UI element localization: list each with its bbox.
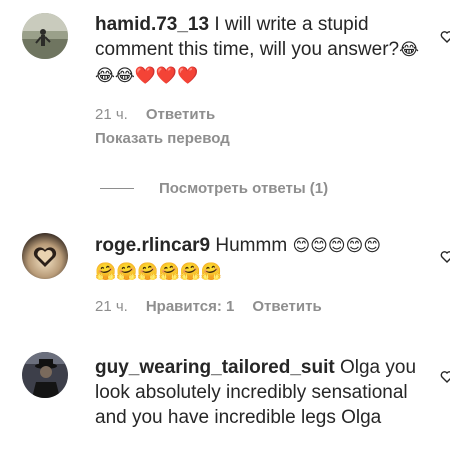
- likes-count[interactable]: Нравится: 1: [146, 298, 235, 315]
- comment-meta: 21 ч. Нравится: 1 Ответить: [95, 298, 322, 315]
- comment-meta: 21 ч. Ответить: [95, 106, 215, 123]
- comment-text: hamid.73_13 I will write a stupid commen…: [95, 12, 425, 89]
- username[interactable]: hamid.73_13: [95, 14, 209, 35]
- avatar-image: [22, 233, 68, 279]
- comment-text: roge.rlincar9 Hummm 😊😊😊😊😊 🤗🤗🤗🤗🤗🤗: [95, 233, 425, 285]
- username[interactable]: roge.rlincar9: [95, 235, 210, 256]
- avatar[interactable]: [22, 352, 68, 398]
- like-heart-icon[interactable]: [440, 250, 450, 264]
- timestamp: 21 ч.: [95, 106, 128, 123]
- replies-divider: [100, 187, 134, 189]
- view-replies-label: Посмотреть ответы (1): [159, 179, 329, 197]
- reply-button[interactable]: Ответить: [252, 298, 321, 315]
- avatar[interactable]: [22, 13, 68, 59]
- avatar-image: [22, 352, 68, 398]
- view-replies-button[interactable]: Посмотреть ответы (1): [100, 178, 328, 198]
- avatar[interactable]: [22, 233, 68, 279]
- like-heart-icon[interactable]: [440, 370, 450, 384]
- timestamp: 21 ч.: [95, 298, 128, 315]
- comment-emoji-line-2: 🤗🤗🤗🤗🤗🤗: [95, 262, 223, 282]
- like-heart-icon[interactable]: [440, 30, 450, 44]
- reply-button[interactable]: Ответить: [146, 106, 215, 123]
- username[interactable]: guy_wearing_tailored_suit: [95, 357, 335, 378]
- comment-body: Hummm: [210, 235, 293, 256]
- avatar-image: [22, 13, 68, 59]
- show-translation-button[interactable]: Показать перевод: [95, 130, 230, 147]
- comment-emoji-line-1: 😊😊😊😊😊: [292, 236, 382, 256]
- comment-text: guy_wearing_tailored_suit Olga you look …: [95, 355, 425, 430]
